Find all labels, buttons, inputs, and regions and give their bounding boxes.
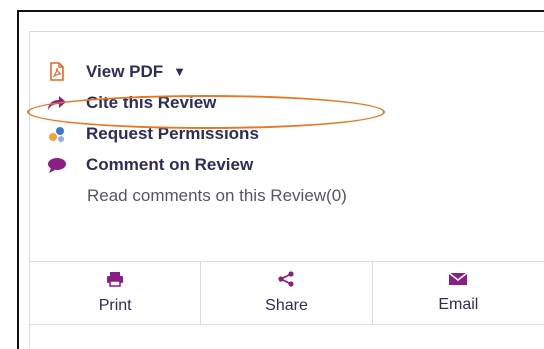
read-comments-label: Read comments on this Review(0)	[87, 185, 347, 205]
share-button[interactable]: Share	[201, 262, 373, 324]
comment-link[interactable]: Comment on Review	[44, 149, 347, 180]
print-icon	[106, 271, 124, 292]
permissions-icon	[44, 124, 70, 144]
print-label: Print	[98, 297, 132, 314]
highlight-annotation	[27, 95, 385, 129]
share-icon	[277, 271, 295, 292]
pdf-icon	[44, 62, 70, 82]
view-pdf-link[interactable]: View PDF ▼	[44, 56, 347, 87]
print-button[interactable]: Print	[30, 262, 202, 324]
chevron-down-icon[interactable]: ▼	[173, 64, 186, 79]
comment-icon	[44, 155, 70, 175]
action-bar: Print Share Email	[30, 262, 544, 324]
read-comments-link[interactable]: Read comments on this Review(0)	[44, 180, 347, 211]
email-button[interactable]: Email	[373, 262, 544, 324]
share-label: Share	[265, 297, 308, 314]
email-icon	[448, 272, 468, 291]
email-label: Email	[438, 296, 479, 313]
article-links: View PDF ▼ Cite this Review Request Perm…	[44, 56, 347, 211]
comment-label: Comment on Review	[86, 154, 254, 174]
view-pdf-label: View PDF	[86, 61, 164, 81]
bottom-divider	[30, 324, 544, 325]
